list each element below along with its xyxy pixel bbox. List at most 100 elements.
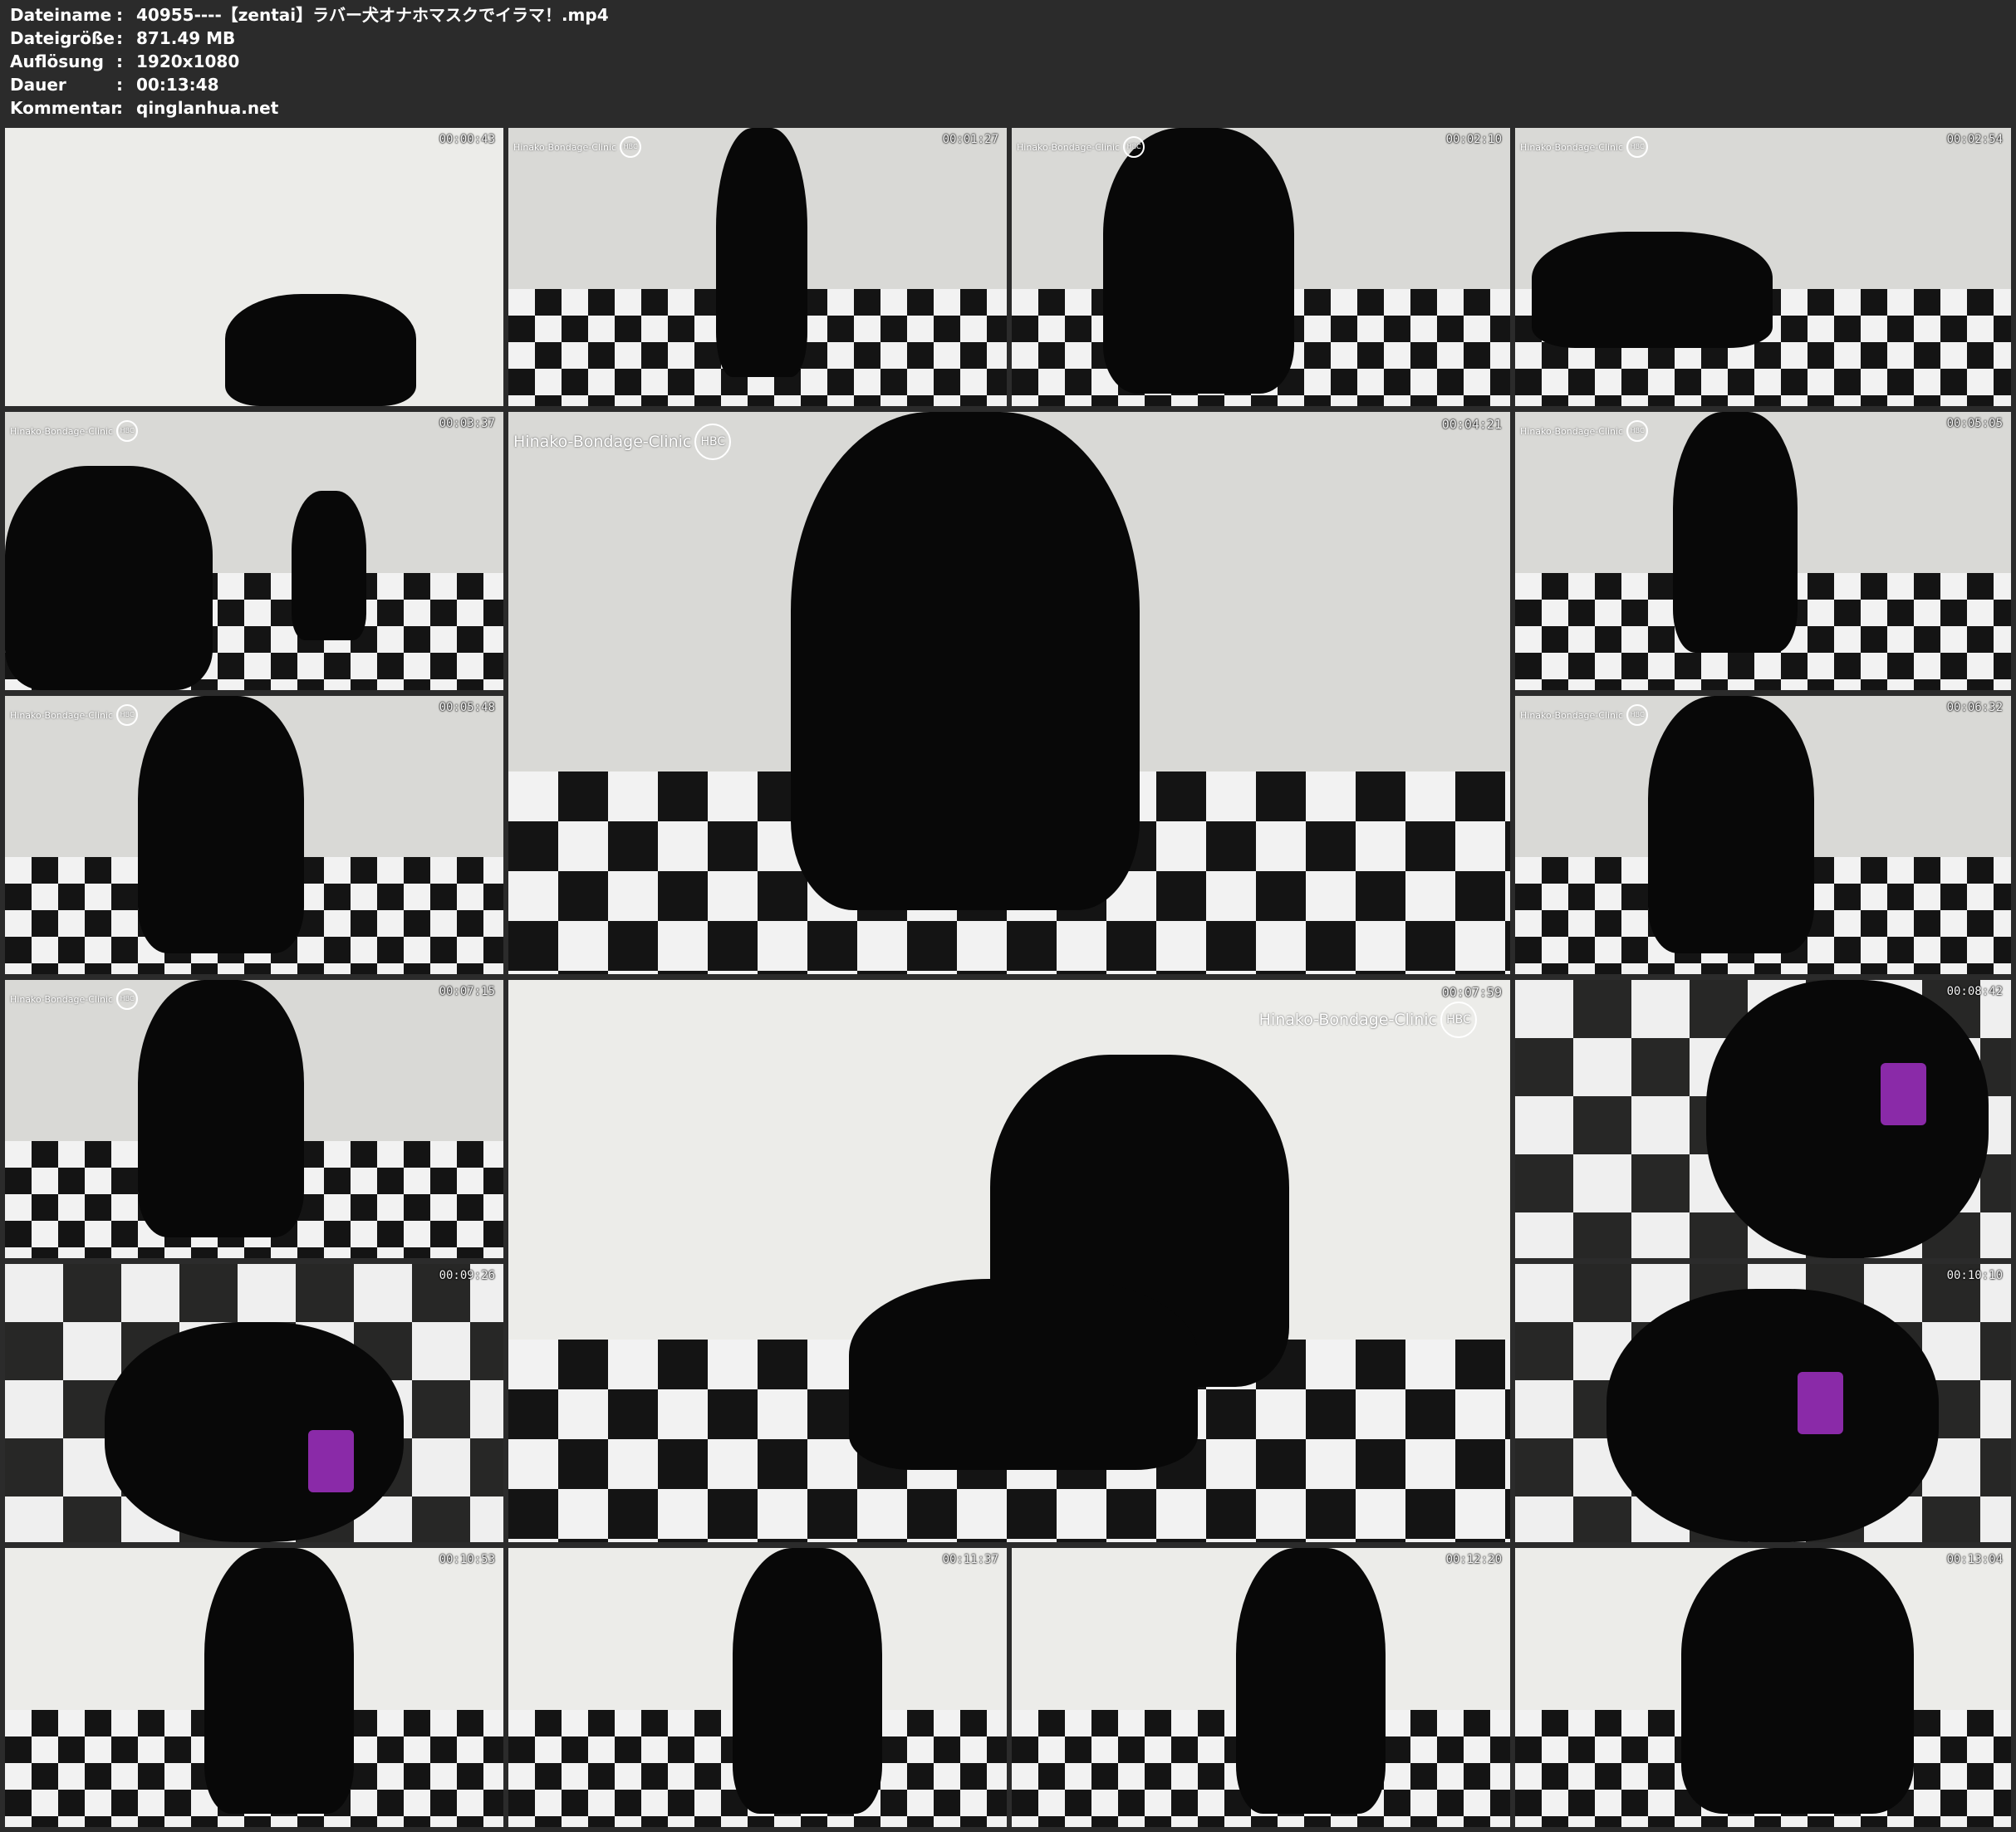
- watermark-text: Hinako-Bondage-Clinic: [1520, 425, 1624, 437]
- thumbnail[interactable]: Hinako-Bondage-Clinic HBC 00:03:37: [5, 412, 503, 690]
- thumbnail-subject: [292, 491, 366, 640]
- thumbnail-subject: [791, 412, 1140, 910]
- thumbnail-timestamp: 00:07:15: [439, 985, 495, 998]
- thumbnail-subject: [1681, 1548, 1914, 1814]
- thumbnail[interactable]: Hinako-Bondage-Clinic HBC 00:05:05: [1515, 412, 2011, 690]
- thumbnail[interactable]: Hinako-Bondage-Clinic HBC 00:02:54: [1515, 128, 2011, 406]
- file-info-separator: :: [116, 51, 123, 71]
- thumbnail[interactable]: 00:00:43: [5, 128, 503, 406]
- watermark-text: Hinako-Bondage-Clinic: [1017, 141, 1121, 153]
- thumbnail-subject: [1532, 232, 1773, 348]
- thumbnail[interactable]: 00:09:26: [5, 1264, 503, 1542]
- thumbnail-subject: [1236, 1548, 1386, 1814]
- thumbnail-subject: [138, 696, 304, 953]
- thumbnail-timestamp: 00:02:54: [1946, 133, 2003, 146]
- watermark: Hinako-Bondage-Clinic HBC: [1520, 420, 1649, 442]
- file-info-label: Auflösung: [10, 51, 104, 71]
- watermark-text: Hinako-Bondage-Clinic: [513, 433, 692, 451]
- hbc-logo-icon: HBC: [1626, 704, 1649, 726]
- thumbnail-subject: [204, 1548, 354, 1814]
- file-info-separator: :: [116, 98, 123, 118]
- thumbnail[interactable]: Hinako-Bondage-Clinic HBC 00:01:27: [508, 128, 1007, 406]
- watermark: Hinako-Bondage-Clinic HBC: [10, 420, 139, 442]
- thumbnail-timestamp: 00:10:53: [439, 1553, 495, 1566]
- thumbnail-timestamp: 00:03:37: [439, 417, 495, 430]
- thumbnail[interactable]: 00:10:10: [1515, 1264, 2011, 1542]
- thumbnail[interactable]: Hinako-Bondage-Clinic HBC 00:02:10: [1012, 128, 1510, 406]
- thumbnail-subject: [1103, 128, 1294, 394]
- thumbnail[interactable]: 00:13:04: [1515, 1548, 2011, 1827]
- thumbnail[interactable]: 00:12:20: [1012, 1548, 1510, 1827]
- hbc-logo-icon: HBC: [1440, 1002, 1477, 1038]
- hbc-logo-icon: HBC: [1626, 420, 1649, 442]
- watermark: Hinako-Bondage-Clinic HBC: [513, 136, 642, 158]
- watermark: Hinako-Bondage-Clinic HBC: [513, 424, 732, 460]
- duration-value: 00:13:48: [136, 75, 219, 95]
- watermark: Hinako-Bondage-Clinic HBC: [10, 704, 139, 726]
- hbc-logo-icon: HBC: [1123, 136, 1145, 158]
- thumbnail[interactable]: Hinako-Bondage-Clinic HBC 00:06:32: [1515, 696, 2011, 974]
- file-info-row: Dateiname : 40955----【zentai】ラバー犬オナホマスクで…: [10, 3, 609, 27]
- hbc-logo-icon: HBC: [694, 424, 732, 460]
- file-info-separator: :: [116, 5, 123, 25]
- watermark-text: Hinako-Bondage-Clinic: [1258, 1011, 1437, 1029]
- watermark-text: Hinako-Bondage-Clinic: [10, 425, 114, 437]
- hbc-logo-icon: HBC: [116, 704, 139, 726]
- file-info-row: Auflösung : 1920x1080: [10, 50, 609, 73]
- thumbnail-timestamp: 00:07:59: [1441, 985, 1502, 1000]
- thumbnail-subject: [138, 980, 304, 1237]
- padlock-icon: [1798, 1372, 1843, 1434]
- thumbnail[interactable]: Hinako-Bondage-Clinic HBC 00:05:48: [5, 696, 503, 974]
- file-name-value: 40955----【zentai】ラバー犬オナホマスクでイラマ！.mp4: [136, 5, 609, 25]
- watermark-text: Hinako-Bondage-Clinic: [1520, 141, 1624, 153]
- hbc-logo-icon: HBC: [116, 420, 139, 442]
- thumbnail-subject: [1706, 980, 1989, 1258]
- thumbnail-timestamp: 00:09:26: [439, 1269, 495, 1282]
- thumbnail-timestamp: 00:02:10: [1445, 133, 1502, 146]
- thumbnail-timestamp: 00:01:27: [942, 133, 998, 146]
- thumbnail-timestamp: 00:10:10: [1946, 1269, 2003, 1282]
- thumbnail-subject: [1606, 1289, 1939, 1542]
- thumbnail[interactable]: Hinako-Bondage-Clinic HBC 00:07:15: [5, 980, 503, 1258]
- thumbnail[interactable]: 00:11:37: [508, 1548, 1007, 1827]
- thumbnail-large[interactable]: Hinako-Bondage-Clinic HBC 00:04:21: [508, 412, 1510, 974]
- file-info-row: Kommentar : qinglanhua.net: [10, 96, 609, 120]
- hbc-logo-icon: HBC: [116, 988, 139, 1010]
- thumbnail-subject: [1648, 696, 1814, 953]
- thumbnail-subject: [849, 1279, 1198, 1470]
- thumbnail-subject: [716, 128, 807, 377]
- file-info-row: Dauer : 00:13:48: [10, 73, 609, 96]
- watermark-text: Hinako-Bondage-Clinic: [10, 709, 114, 721]
- file-info: Dateiname : 40955----【zentai】ラバー犬オナホマスクで…: [10, 3, 609, 120]
- watermark-text: Hinako-Bondage-Clinic: [1520, 709, 1624, 721]
- thumbnail-timestamp: 00:06:32: [1946, 701, 2003, 714]
- thumbnail-timestamp: 00:04:21: [1441, 417, 1502, 432]
- watermark-text: Hinako-Bondage-Clinic: [513, 141, 617, 153]
- thumbnail-timestamp: 00:00:43: [439, 133, 495, 146]
- thumbnail-large[interactable]: Hinako-Bondage-Clinic HBC 00:07:59: [508, 980, 1510, 1542]
- file-info-separator: :: [116, 75, 123, 95]
- watermark: Hinako-Bondage-Clinic HBC: [1520, 704, 1649, 726]
- watermark: Hinako-Bondage-Clinic HBC: [1017, 136, 1145, 158]
- watermark: Hinako-Bondage-Clinic HBC: [1259, 1002, 1477, 1038]
- thumbnail-timestamp: 00:12:20: [1445, 1553, 1502, 1566]
- comment-value: qinglanhua.net: [136, 98, 279, 118]
- file-info-label: Dauer: [10, 75, 66, 95]
- resolution-value: 1920x1080: [136, 51, 240, 71]
- thumbnail-subject: [105, 1322, 404, 1542]
- thumbnail[interactable]: 00:10:53: [5, 1548, 503, 1827]
- thumbnail-subject: [733, 1548, 882, 1814]
- hbc-logo-icon: HBC: [620, 136, 642, 158]
- padlock-icon: [1881, 1063, 1926, 1125]
- file-size-value: 871.49 MB: [136, 28, 236, 48]
- thumbnail[interactable]: 00:08:42: [1515, 980, 2011, 1258]
- thumbnail-timestamp: 00:13:04: [1946, 1553, 2003, 1566]
- file-info-row: Dateigröße : 871.49 MB: [10, 27, 609, 50]
- file-info-label: Kommentar: [10, 98, 120, 118]
- thumbnail-timestamp: 00:11:37: [942, 1553, 998, 1566]
- hbc-logo-icon: HBC: [1626, 136, 1649, 158]
- file-info-label: Dateigröße: [10, 28, 115, 48]
- thumbnail-timestamp: 00:08:42: [1946, 985, 2003, 998]
- file-info-label: Dateiname: [10, 5, 112, 25]
- thumbnail-subject: [1673, 412, 1798, 653]
